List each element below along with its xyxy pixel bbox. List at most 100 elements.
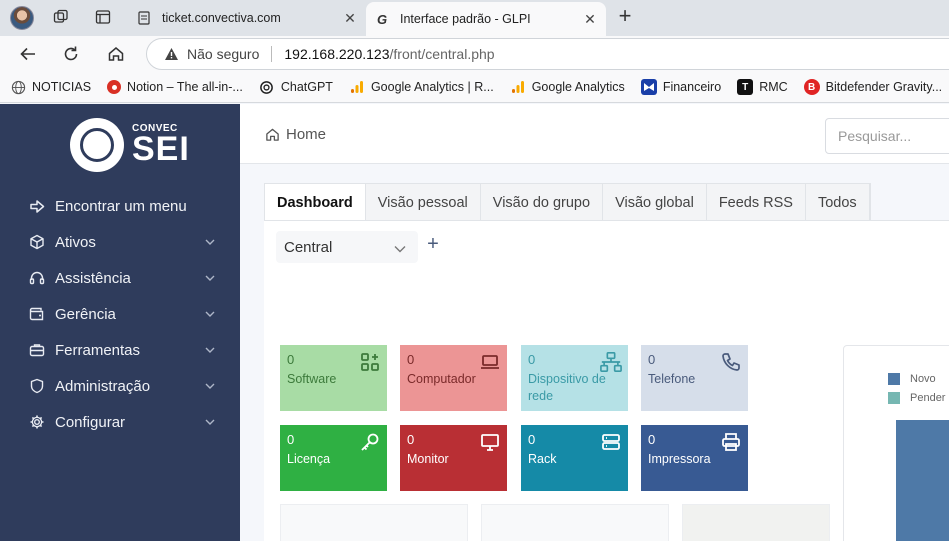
tab-visao-grupo[interactable]: Visão do grupo [481,184,604,221]
card-label: Rack [528,452,557,466]
chevron-down-icon [196,419,224,425]
headset-icon [28,269,46,287]
browser-tab-bar: ticket.convectiva.com ✕ G Interface padr… [0,0,949,36]
chevron-down-icon [196,347,224,353]
company-logo[interactable]: CONVEC SEI [70,118,190,172]
tab-visao-global[interactable]: Visão global [603,184,707,221]
browser-nav-bar: Não seguro 192.168.220.123 /front/centra… [0,36,949,72]
tab-dashboard[interactable]: Dashboard [265,184,366,221]
legend-label: Pender [910,392,946,404]
monitor-icon [479,431,501,453]
bookmark-label: Google Analytics [531,80,625,94]
bookmark-financeiro[interactable]: Financeiro [640,79,722,95]
logo-mark [70,118,124,172]
sidebar-item-label: Configurar [55,413,126,431]
chevron-down-icon [196,383,224,389]
home-button[interactable] [103,42,129,66]
bookmark-noticias[interactable]: NOTICIAS [10,79,91,95]
sidebar-item-label: Gerência [55,305,116,323]
gear-icon [28,413,46,431]
page-header: Home [240,104,949,164]
briefcase-icon [28,341,46,359]
search-input[interactable] [825,118,949,154]
card-label: Impressora [648,452,711,466]
bookmark-label: NOTICIAS [32,80,92,94]
bookmark-notion[interactable]: Notion – The all-in-... [107,80,243,94]
dashboard-select-value: Central [284,238,333,256]
card-software[interactable]: 0 Software [280,345,387,411]
card-label: Computador [407,372,476,386]
sidebar-item-ferramentas[interactable]: Ferramentas [0,332,240,368]
dashboard-select[interactable]: Central [276,231,418,263]
bookmark-label: Financeiro [662,80,722,94]
back-button[interactable] [15,42,41,66]
sidebar-item-encontrar-menu[interactable]: Encontrar um menu [0,188,240,224]
tab-feeds-rss[interactable]: Feeds RSS [707,184,806,221]
close-tab-icon[interactable]: ✕ [340,10,360,27]
url-host: 192.168.220.123 [284,46,390,62]
sidebar-item-label: Ferramentas [55,341,141,359]
sidebar-item-assistencia[interactable]: Assistência [0,260,240,296]
sidebar: CONVEC SEI Encontrar um menu Ativos Assi… [0,104,240,541]
legend-item-novo[interactable]: Novo [888,373,936,385]
browser-tab-title: ticket.convectiva.com [162,11,281,25]
page-icon [136,10,152,26]
bookmark-google-analytics[interactable]: Google Analytics [510,79,625,95]
chart-bar[interactable] [896,420,949,541]
dashboard-panel: Central + 0 Software 0 Computador 0 Disp… [264,220,949,541]
sidebar-item-gerencia[interactable]: Gerência [0,296,240,332]
new-tab-button[interactable]: + [612,4,638,30]
sidebar-item-label: Administração [55,377,151,395]
card-impressora[interactable]: 0 Impressora [641,425,748,491]
chevron-down-icon [196,311,224,317]
legend-item-pendente[interactable]: Pender [888,392,945,404]
financeiro-icon [640,79,657,95]
analytics-icon [510,79,526,95]
bookmark-bitdefender[interactable]: B Bitdefender Gravity... [803,79,943,95]
card-telefone[interactable]: 0 Telefone [641,345,748,411]
bookmark-label: Notion – The all-in-... [127,80,243,94]
add-dashboard-button[interactable]: + [424,234,442,254]
browser-tab-glpi[interactable]: G Interface padrão - GLPI ✕ [366,2,606,36]
printer-icon [720,431,742,453]
browser-tab-ticket[interactable]: ticket.convectiva.com ✕ [128,2,366,34]
card-monitor[interactable]: 0 Monitor [400,425,507,491]
tab-visao-pessoal[interactable]: Visão pessoal [366,184,481,221]
bookmark-google-analytics-r[interactable]: Google Analytics | R... [349,79,494,95]
profile-avatar[interactable] [10,6,34,30]
reload-button[interactable] [58,42,84,66]
bookmark-label: Bitdefender Gravity... [825,80,943,94]
sidebar-menu: Encontrar um menu Ativos Assistência Ger… [0,188,240,440]
address-bar[interactable]: Não seguro 192.168.220.123 /front/centra… [146,38,949,70]
workspaces-icon[interactable] [50,6,72,28]
breadcrumb[interactable]: Home [265,126,326,143]
chevron-down-icon [394,240,406,257]
sidebar-item-configurar[interactable]: Configurar [0,404,240,440]
tab-actions-icon[interactable] [92,6,114,28]
tab-todos[interactable]: Todos [806,184,870,221]
bookmark-chatgpt[interactable]: ChatGPT [259,79,333,95]
card-computador[interactable]: 0 Computador [400,345,507,411]
card-licenca[interactable]: 0 Licença [280,425,387,491]
card-dispositivo-rede[interactable]: 0 Dispositivo de rede [521,345,628,411]
breadcrumb-home: Home [286,126,327,143]
security-status: Não seguro [187,46,260,62]
sidebar-item-ativos[interactable]: Ativos [0,224,240,260]
browser-tab-title: Interface padrão - GLPI [400,12,531,26]
dashboard-widget [280,504,468,541]
close-tab-icon[interactable]: ✕ [580,11,600,28]
sidebar-item-administracao[interactable]: Administração [0,368,240,404]
analytics-icon [349,79,365,95]
wallet-icon [28,305,46,323]
bookmark-rmc[interactable]: T RMC [737,79,788,95]
sidebar-item-label: Assistência [55,269,131,287]
card-rack[interactable]: 0 Rack [521,425,628,491]
shield-icon [28,377,46,395]
dashboard-widget [481,504,669,541]
arrow-right-icon [28,197,46,215]
legend-swatch [888,392,900,404]
warning-icon[interactable] [163,46,179,62]
apps-add-icon [359,351,381,373]
glpi-favicon-icon: G [376,11,388,27]
bookmark-label: ChatGPT [280,80,333,94]
